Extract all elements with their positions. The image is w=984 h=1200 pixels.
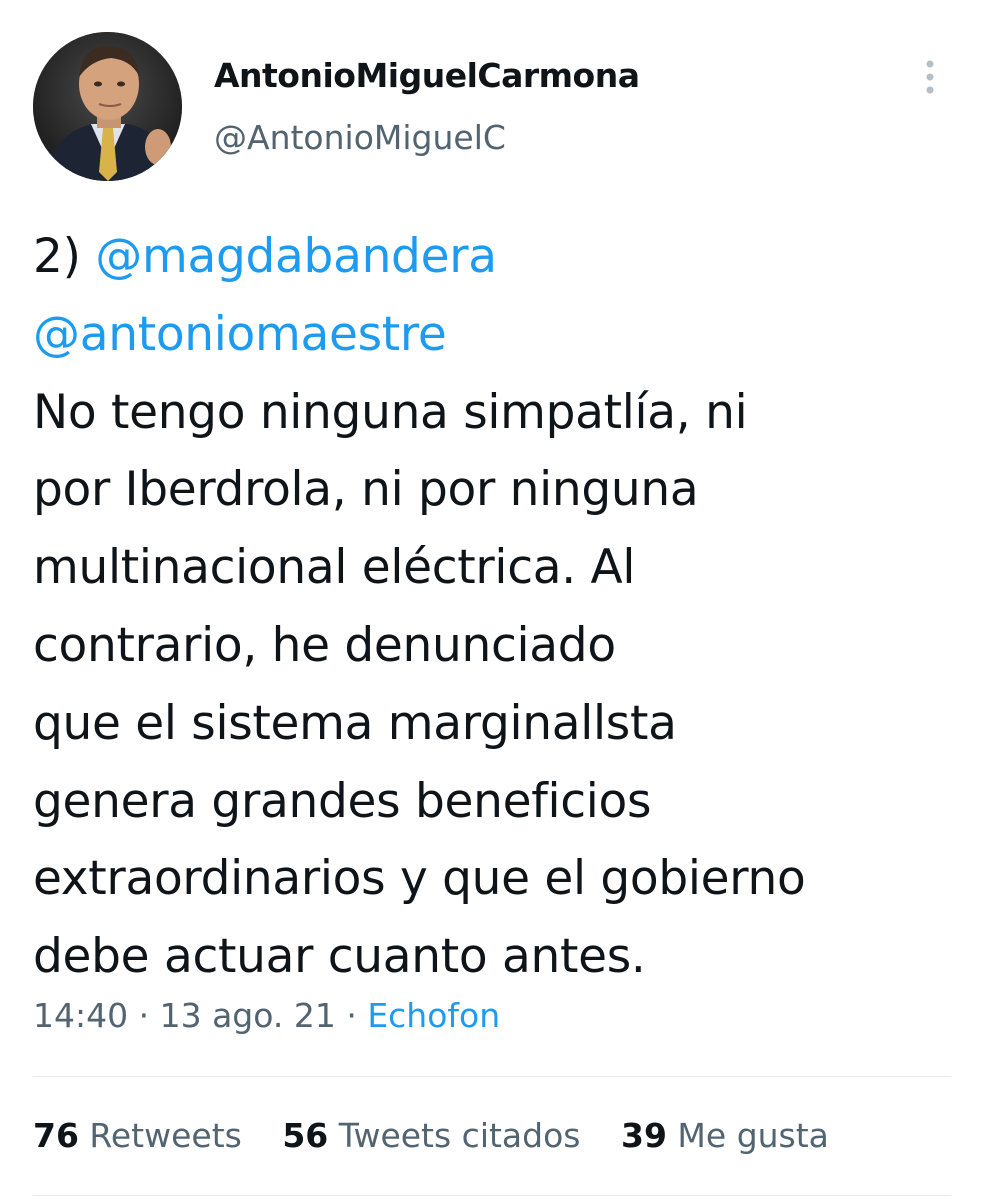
tweet-text: 2) @magdabandera @antoniomaestre No teng… bbox=[33, 218, 963, 996]
likes-label: Me gusta bbox=[666, 1116, 829, 1155]
tweet-line: genera grandes beneficios bbox=[33, 773, 652, 829]
divider bbox=[33, 1195, 951, 1196]
mention-link[interactable]: @antoniomaestre bbox=[33, 307, 447, 362]
tweet-line: multinacional eléctrica. Al bbox=[33, 540, 636, 596]
tweet-line: contrario, he denunciado bbox=[33, 617, 616, 673]
tweet-line: @antoniomaestre bbox=[33, 296, 963, 374]
likes-stat[interactable]: 39 Me gusta bbox=[621, 1116, 829, 1155]
tweet-prefix: 2) bbox=[33, 229, 96, 284]
author-handle[interactable]: @AntonioMiguelC bbox=[214, 118, 506, 157]
avatar[interactable] bbox=[33, 32, 182, 181]
quotes-label: Tweets citados bbox=[328, 1116, 581, 1155]
tweet-line: debe actuar cuanto antes. bbox=[33, 929, 646, 985]
quotes-stat[interactable]: 56 Tweets citados bbox=[282, 1116, 580, 1155]
tweet-line: 2) @magdabandera bbox=[33, 218, 963, 296]
tweet-meta: 14:40 · 13 ago. 21 · Echofon bbox=[33, 996, 500, 1035]
retweets-stat[interactable]: 76 Retweets bbox=[33, 1116, 242, 1155]
author-display-name[interactable]: AntonioMiguelCarmona bbox=[214, 56, 640, 95]
quotes-count: 56 bbox=[282, 1116, 329, 1155]
tweet-time[interactable]: 14:40 bbox=[33, 996, 128, 1035]
divider bbox=[33, 1076, 951, 1077]
avatar-photo bbox=[33, 32, 182, 181]
mention-link[interactable]: @magdabandera bbox=[95, 229, 497, 284]
meta-separator: · bbox=[335, 996, 368, 1035]
tweet-line: No tengo ninguna simpatlía, ni bbox=[33, 384, 748, 440]
more-vertical-icon[interactable] bbox=[912, 58, 948, 98]
retweets-count: 76 bbox=[33, 1116, 79, 1155]
tweet-line: por Iberdrola, ni por ninguna bbox=[33, 462, 699, 518]
tweet-stats: 76 Retweets 56 Tweets citados 39 Me gust… bbox=[33, 1116, 859, 1155]
tweet-line: extraordinarios y que el gobierno bbox=[33, 851, 806, 907]
meta-separator: · bbox=[128, 996, 160, 1035]
likes-count: 39 bbox=[621, 1116, 667, 1155]
retweets-label: Retweets bbox=[78, 1116, 242, 1155]
tweet-date[interactable]: 13 ago. 21 bbox=[160, 996, 336, 1035]
tweet-source-link[interactable]: Echofon bbox=[367, 996, 500, 1035]
tweet-card: AntonioMiguelCarmona @AntonioMiguelC 2) … bbox=[0, 0, 984, 1200]
tweet-line: que el sistema marginallsta bbox=[33, 695, 677, 751]
